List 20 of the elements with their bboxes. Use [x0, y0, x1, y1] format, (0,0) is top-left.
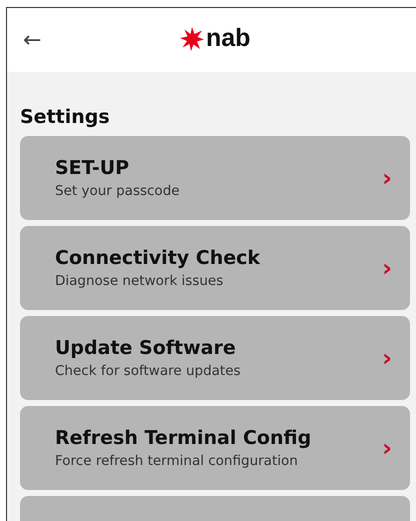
back-button[interactable]: ← [19, 28, 46, 52]
chevron-icon: › [382, 164, 392, 192]
page-title: Settings [20, 106, 111, 128]
logo-text: nab [206, 24, 250, 53]
item-title: Update Software [55, 337, 237, 359]
list-item[interactable]: Connectivity Check Diagnose network issues › [20, 226, 410, 310]
chevron-icon: › [382, 434, 392, 462]
item-subtitle: Check for software updates [55, 363, 241, 379]
item-subtitle: Force refresh terminal configuration [55, 453, 299, 469]
star-icon [179, 26, 205, 52]
item-title: SET-UP [55, 157, 130, 179]
list-item[interactable]: SET-UP Set your passcode › [20, 136, 410, 220]
item-subtitle: Diagnose network issues [55, 273, 224, 289]
chevron-icon: › [382, 344, 392, 372]
item-title: Refresh Terminal Config [55, 427, 312, 449]
item-title: Connectivity Check [55, 247, 260, 269]
list-item[interactable]: Refresh Terminal Config Force refresh terminal configuration › [20, 406, 410, 490]
chevron-icon: › [382, 254, 392, 282]
list-item[interactable]: Update Software Check for software updates › [20, 316, 410, 400]
item-subtitle: Set your passcode [55, 183, 180, 199]
